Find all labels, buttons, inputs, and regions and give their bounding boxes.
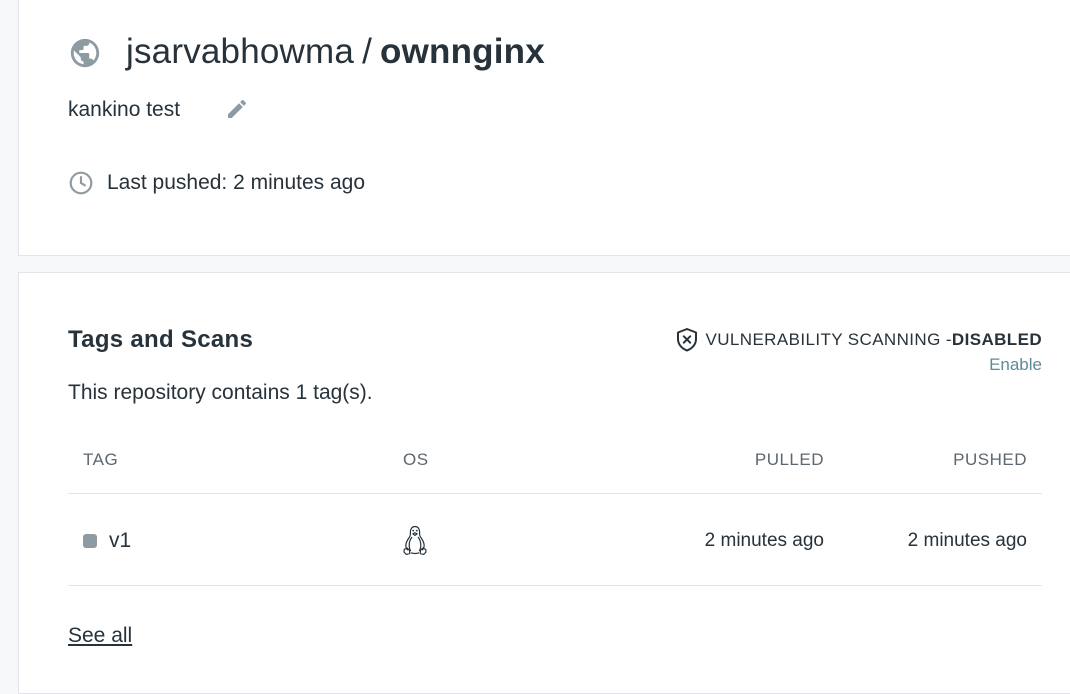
see-all-link[interactable]: See all xyxy=(68,624,132,648)
last-pushed-text: Last pushed: 2 minutes ago xyxy=(107,171,366,194)
edit-icon[interactable] xyxy=(225,97,249,121)
shield-x-icon xyxy=(676,328,697,352)
vuln-status: DISABLED xyxy=(951,330,1042,349)
column-header-pushed[interactable]: PUSHED xyxy=(953,450,1027,470)
enable-scanning-link[interactable]: Enable xyxy=(989,355,1042,375)
table-row[interactable]: v1 2 minutes ago 2 minutes ago xyxy=(68,494,1042,586)
repository-description: kankino test xyxy=(68,98,181,121)
tag-count-text: This repository contains 1 tag(s). xyxy=(68,381,373,404)
repository-name: ownnginx xyxy=(380,32,545,71)
tag-name[interactable]: v1 xyxy=(109,529,131,553)
tag-status-dot xyxy=(83,534,97,548)
column-header-os: OS xyxy=(403,450,429,469)
tags-table: TAG OS PULLED PUSHED v1 2 minutes ago 2 … xyxy=(68,440,1042,586)
column-header-tag[interactable]: TAG xyxy=(83,450,118,470)
table-header: TAG OS PULLED PUSHED xyxy=(68,440,1042,494)
vuln-label: VULNERABILITY SCANNING - xyxy=(705,330,952,349)
last-pushed-row: Last pushed: 2 minutes ago xyxy=(68,170,365,196)
repository-owner[interactable]: jsarvabhowma xyxy=(126,32,354,72)
tag-pulled-time: 2 minutes ago xyxy=(704,530,824,551)
column-header-pulled[interactable]: PULLED xyxy=(755,450,824,470)
vulnerability-scanning-status: VULNERABILITY SCANNING - DISABLED xyxy=(675,327,1043,353)
linux-icon xyxy=(403,525,427,555)
title-separator: / xyxy=(362,32,372,71)
tag-pushed-time: 2 minutes ago xyxy=(907,530,1027,551)
globe-icon xyxy=(70,38,100,68)
repository-title: jsarvabhowma / ownnginx xyxy=(68,32,545,72)
tags-section-title: Tags and Scans xyxy=(68,326,254,353)
clock-icon xyxy=(69,171,93,195)
